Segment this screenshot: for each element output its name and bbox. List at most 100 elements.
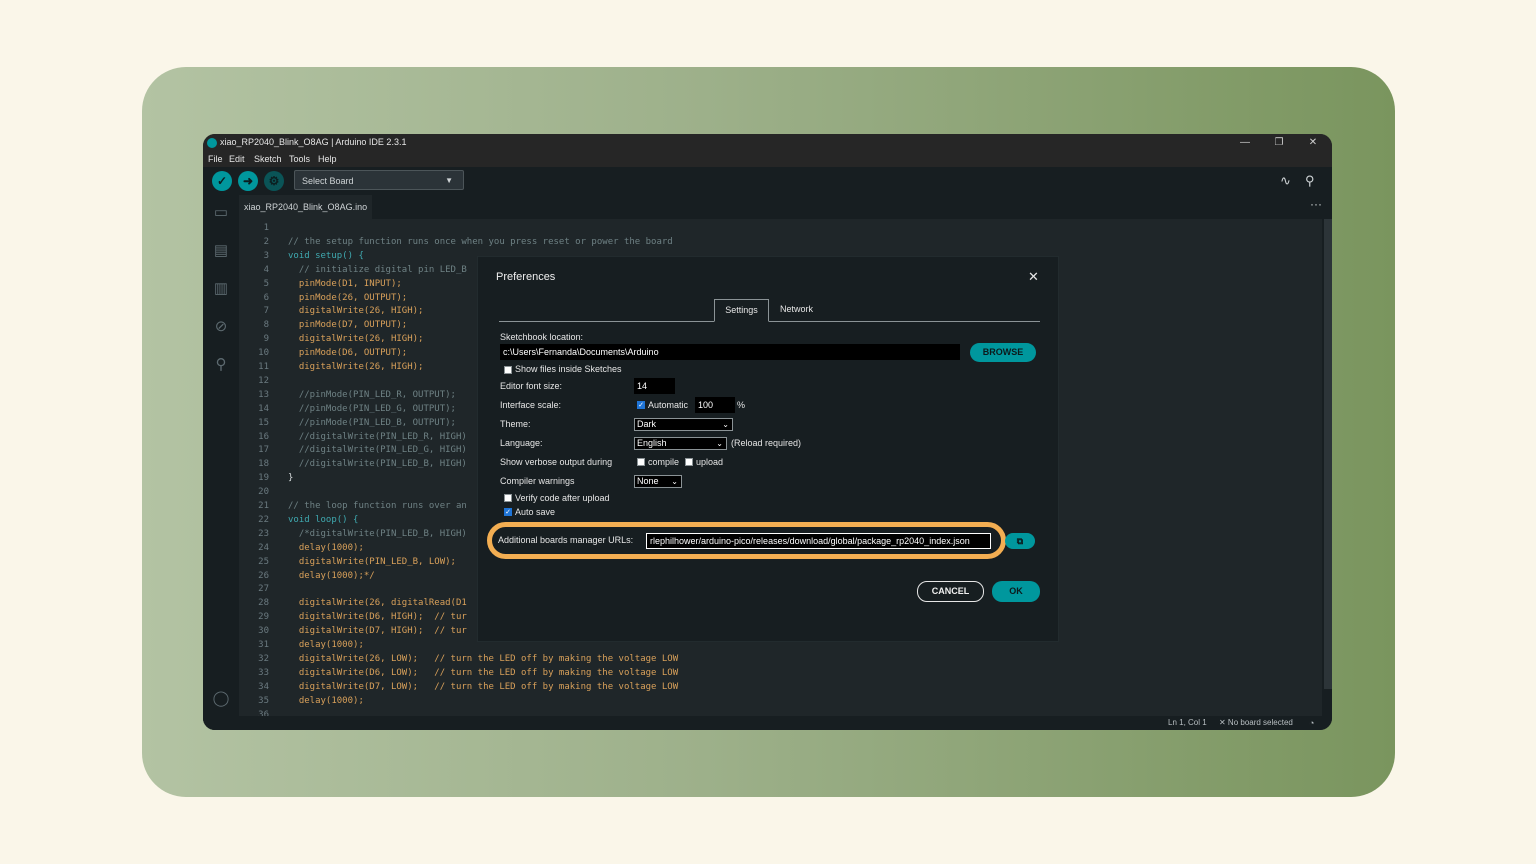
debug-button[interactable]: ⚙	[264, 171, 284, 191]
code-line: //digitalWrite(PIN_LED_B, HIGH)	[288, 459, 467, 470]
line-number: 6	[263, 292, 269, 303]
tab-sketch[interactable]: xiao_RP2040_Blink_O8AG.ino	[239, 195, 373, 219]
auto-save-checkbox[interactable]: ✓	[504, 508, 512, 516]
urls-highlight: Additional boards manager URLs: rlephilh…	[487, 522, 1006, 559]
arduino-logo-icon	[207, 138, 217, 148]
menu-edit[interactable]: Edit	[229, 151, 245, 167]
verify-after-upload-checkbox[interactable]	[504, 494, 512, 502]
boards-urls-input[interactable]: rlephilhower/arduino-pico/releases/downl…	[646, 533, 991, 549]
chevron-down-icon: ⌄	[722, 420, 729, 429]
line-number: 11	[258, 362, 269, 372]
auto-save-label: Auto save	[515, 507, 556, 517]
cancel-button[interactable]: CANCEL	[917, 581, 984, 602]
debug-sidebar-icon[interactable]: ⊘	[211, 317, 231, 337]
line-number: 17	[258, 445, 269, 456]
code-line: pinMode(D6, OUTPUT);	[288, 348, 408, 359]
code-line: pinMode(D7, OUTPUT);	[288, 320, 408, 331]
bell-icon[interactable]: ◔	[1309, 716, 1314, 730]
line-number: 33	[258, 667, 269, 678]
magnifier-icon[interactable]: ⚲	[1305, 173, 1315, 189]
code-line: digitalWrite(26, HIGH);	[288, 306, 424, 317]
menu-sketch[interactable]: Sketch	[254, 151, 282, 167]
language-label: Language:	[500, 438, 543, 448]
code-line: void loop() {	[288, 514, 359, 525]
menu-help[interactable]: Help	[318, 151, 337, 167]
line-number: 13	[258, 389, 269, 400]
automatic-checkbox[interactable]: ✓	[637, 401, 645, 409]
board-select-label: Select Board	[302, 176, 354, 186]
editor-scrollbar[interactable]	[1324, 219, 1332, 689]
menu-bar: File Edit Sketch Tools Help	[203, 151, 1332, 167]
minimize-button[interactable]: —	[1230, 134, 1260, 151]
debug-icon: ⚙	[268, 174, 280, 188]
account-icon[interactable]: ◯	[211, 689, 231, 709]
library-icon[interactable]: ▥	[211, 279, 231, 299]
code-line: //pinMode(PIN_LED_G, OUTPUT);	[288, 403, 456, 414]
line-number: 9	[263, 334, 269, 345]
line-number: 12	[258, 375, 269, 386]
show-files-checkbox[interactable]	[504, 366, 512, 374]
close-icon[interactable]: ✕	[1028, 269, 1039, 285]
warnings-select[interactable]: None ⌄	[634, 475, 682, 488]
interface-scale-label: Interface scale:	[500, 400, 562, 410]
board-select-dropdown[interactable]: Select Board ▼	[294, 170, 464, 190]
verbose-compile-checkbox[interactable]	[637, 458, 645, 466]
cursor-position: Ln 1, Col 1	[1168, 718, 1207, 727]
board-status[interactable]: ✕ No board selected	[1219, 716, 1293, 730]
code-line: //pinMode(PIN_LED_B, OUTPUT);	[288, 417, 456, 428]
title-bar: xiao_RP2040_Blink_O8AG | Arduino IDE 2.3…	[203, 134, 1332, 151]
tab-settings[interactable]: Settings	[714, 299, 769, 322]
line-number: 18	[258, 459, 269, 470]
show-files-label: Show files inside Sketches	[515, 364, 622, 374]
line-number: 2	[263, 236, 269, 247]
code-line: delay(1000);	[288, 695, 364, 706]
line-number: 3	[263, 250, 269, 261]
line-number: 8	[263, 320, 269, 331]
activity-sidebar: ▭ ▤ ▥ ⊘ ⚲ ◯	[203, 195, 239, 730]
line-number: 28	[258, 598, 269, 609]
verbose-upload-checkbox[interactable]	[685, 458, 693, 466]
line-number: 7	[263, 306, 269, 317]
line-number: 19	[258, 473, 269, 484]
code-line: pinMode(26, OUTPUT);	[288, 292, 408, 303]
line-number: 21	[258, 501, 269, 511]
more-icon[interactable]: ···	[1310, 197, 1322, 211]
sketchbook-location-input[interactable]: c:\Users\Fernanda\Documents\Arduino	[500, 344, 960, 360]
font-size-input[interactable]: 14	[634, 378, 675, 394]
verify-button[interactable]: ✓	[212, 171, 232, 191]
code-line: }	[288, 473, 294, 484]
line-number: 34	[258, 681, 269, 692]
caret-down-icon: ▼	[445, 176, 453, 185]
line-number: 32	[258, 653, 269, 664]
code-line: digitalWrite(D6, HIGH); // tur	[288, 612, 467, 623]
language-select[interactable]: English ⌄	[634, 437, 727, 450]
window-title: xiao_RP2040_Blink_O8AG | Arduino IDE 2.3…	[220, 137, 407, 147]
line-number: 10	[258, 348, 269, 359]
sketchbook-label: Sketchbook location:	[500, 332, 584, 342]
line-number: 24	[258, 542, 269, 553]
search-icon[interactable]: ⚲	[211, 355, 231, 375]
board-manager-icon[interactable]: ▤	[211, 241, 231, 261]
menu-file[interactable]: File	[208, 151, 223, 167]
code-line: // the loop function runs over an	[288, 501, 467, 511]
code-line: void setup() {	[288, 250, 364, 261]
scale-input[interactable]: 100	[695, 397, 735, 413]
theme-select[interactable]: Dark ⌄	[634, 418, 733, 431]
line-number: 20	[258, 487, 269, 498]
tab-network[interactable]: Network	[770, 299, 823, 320]
browse-button[interactable]: BROWSE	[970, 343, 1036, 362]
menu-tools[interactable]: Tools	[289, 151, 310, 167]
line-number: 1	[263, 223, 269, 233]
edit-urls-button[interactable]: ⧉	[1005, 533, 1035, 549]
folder-icon[interactable]: ▭	[211, 203, 231, 223]
font-size-label: Editor font size:	[500, 381, 563, 391]
dialog-title: Preferences	[496, 271, 556, 283]
code-line: /*digitalWrite(PIN_LED_B, HIGH)	[288, 528, 467, 539]
upload-button[interactable]: ➜	[238, 171, 258, 191]
code-line: digitalWrite(26, HIGH);	[288, 334, 424, 345]
ok-button[interactable]: OK	[992, 581, 1040, 602]
verify-after-upload-label: Verify code after upload	[515, 493, 610, 503]
pulse-icon[interactable]: ∿	[1280, 173, 1291, 189]
close-window-button[interactable]: ✕	[1298, 134, 1328, 151]
restore-button[interactable]: ❐	[1264, 134, 1294, 151]
